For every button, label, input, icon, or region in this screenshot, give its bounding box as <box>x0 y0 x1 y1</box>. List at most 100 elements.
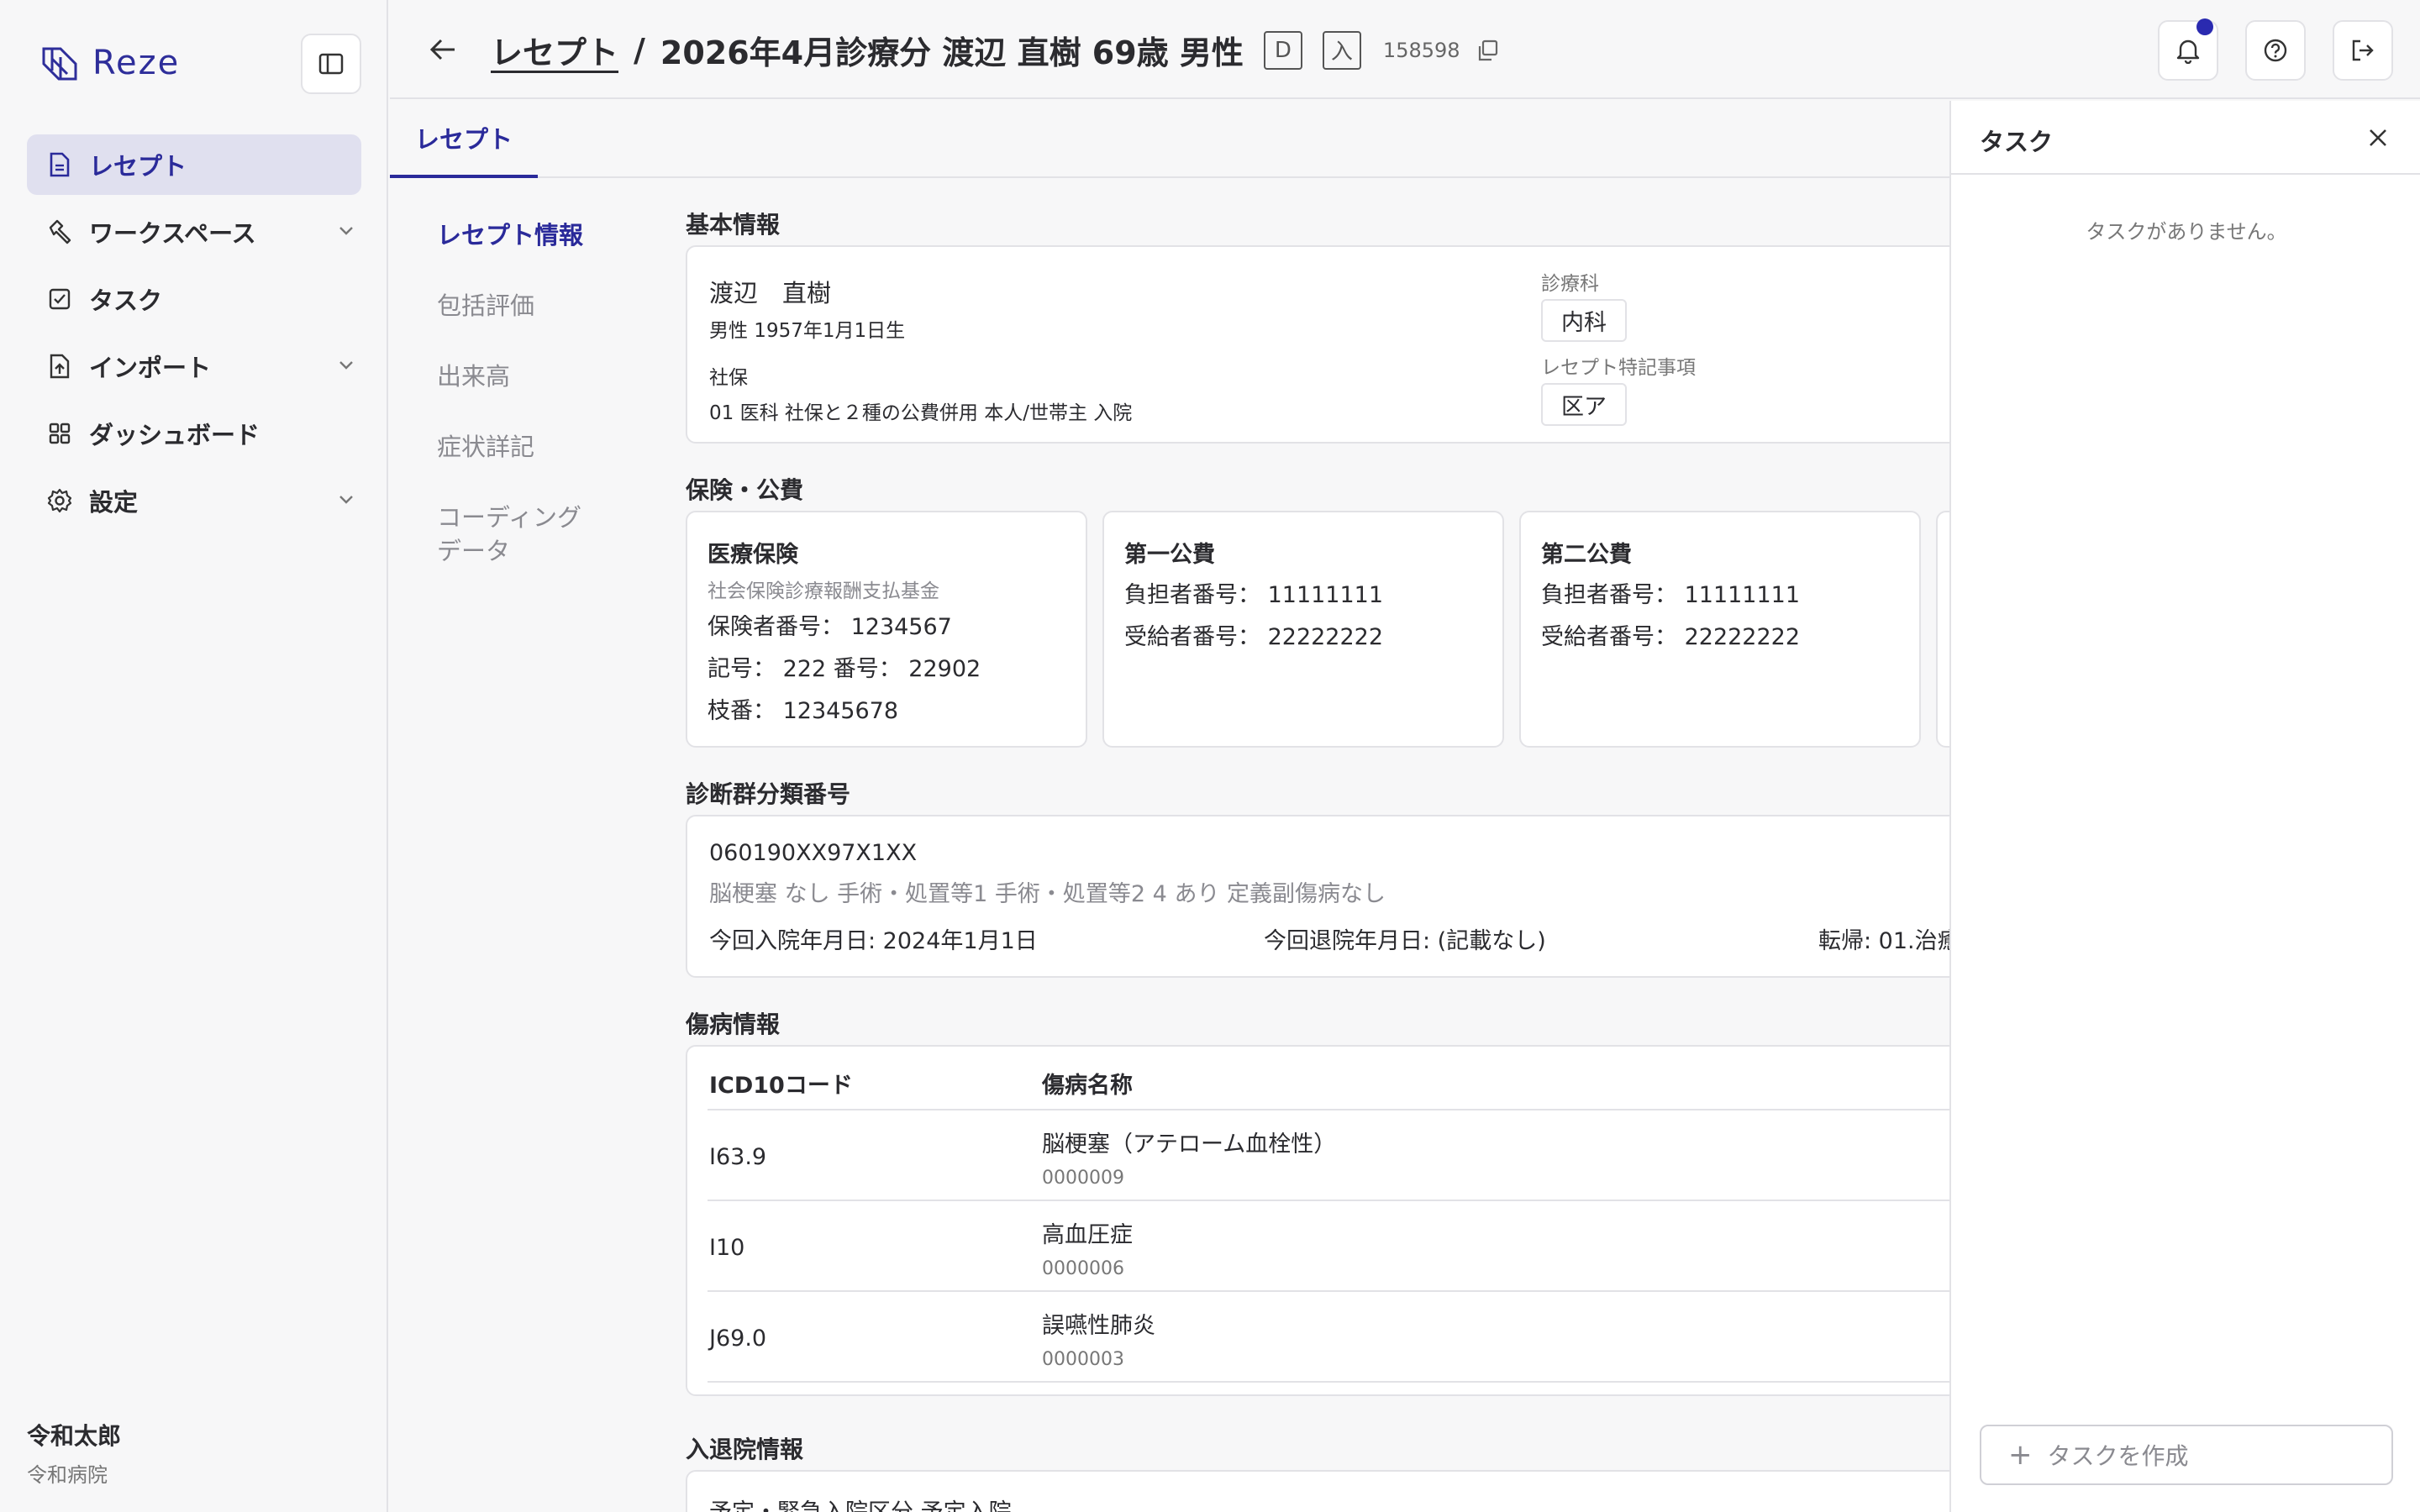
icd10-code: I63.9 <box>709 1144 767 1170</box>
column-header-disease-name: 傷病名称 <box>1042 1073 1133 1099</box>
section-nav-comprehensive[interactable]: 包括評価 <box>437 289 605 323</box>
admission-card: 予定・緊急入院区分 予定入院 <box>686 1470 1949 1512</box>
section-title-insurance: 保険・公費 <box>686 476 804 504</box>
plus-icon: + <box>2008 1438 2033 1472</box>
document-icon <box>47 152 72 177</box>
hammer-icon <box>47 219 72 244</box>
sidebar-item-dashboard[interactable]: ダッシュボード <box>27 403 361 464</box>
public-expense-3-card <box>1936 511 1949 748</box>
medical-insurance-card: 医療保険 社会保険診療報酬支払基金 保険者番号： 1234567 記号： 222… <box>686 511 1087 748</box>
table-divider <box>708 1381 1949 1383</box>
logout-button[interactable] <box>2333 20 2393 81</box>
icd10-code: I10 <box>709 1235 745 1261</box>
checkbox-icon <box>47 286 72 312</box>
task-panel-title: タスク <box>1980 128 2054 156</box>
public-expense-1-title: 第一公費 <box>1124 542 1215 568</box>
logo-icon <box>42 47 77 81</box>
dpc-tag-badge: D <box>1263 30 1302 70</box>
arrow-left-icon <box>429 39 455 60</box>
department-label: 診療科 <box>1541 273 1599 295</box>
section-title-basic: 基本情報 <box>686 211 781 239</box>
discharge-date: 今回退院年月日: (記載なし) <box>1264 928 1546 954</box>
public-2-recipient-number: 受給者番号： 22222222 <box>1541 624 1801 650</box>
gear-icon <box>47 488 72 513</box>
chevron-down-icon[interactable] <box>336 220 356 240</box>
symbol-number: 記号： 222 番号： 22902 <box>708 656 981 682</box>
disease-name: 高血圧症 <box>1042 1222 1133 1248</box>
sidebar-nav: レセプト ワークスペース タスク インポート ダッシュボード 設定 <box>27 134 361 538</box>
breadcrumb-receipt-link[interactable]: レセプト <box>491 27 618 73</box>
receipt-id: 158598 <box>1382 38 1460 62</box>
page-header: レセプト / 2026年4月診療分 渡辺 直樹 69歳 男性 D 入 15859… <box>390 0 2420 99</box>
back-button[interactable] <box>424 30 462 69</box>
patient-name: 渡辺 直樹 <box>709 279 832 307</box>
sidebar: Reze レセプト ワークスペース タスク インポート ダッシュボード 設定 令… <box>0 0 388 1512</box>
sidebar-item-tasks[interactable]: タスク <box>27 269 361 329</box>
dpc-card: 060190XX97X1XX 脳梗塞 なし 手術・処置等1 手術・処置等2 4 … <box>686 815 1949 978</box>
grid-icon <box>47 421 72 446</box>
special-notes-chip: 区ア <box>1541 383 1627 426</box>
chevron-down-icon[interactable] <box>336 489 356 509</box>
user-info[interactable]: 令和太郎 令和病院 <box>27 1418 121 1488</box>
breadcrumb-separator: / <box>634 31 645 69</box>
section-nav-symptom-details[interactable]: 症状詳記 <box>437 430 605 464</box>
dpc-description: 脳梗塞 なし 手術・処置等1 手術・処置等2 4 あり 定義副傷病なし <box>709 881 1386 907</box>
sidebar-item-label: レセプト <box>89 152 187 181</box>
sidebar-item-label: インポート <box>89 354 212 382</box>
page-title: 2026年4月診療分 渡辺 直樹 69歳 男性 <box>660 34 1244 71</box>
task-empty-message: タスクがありません。 <box>2086 220 2287 244</box>
task-panel: タスク タスクがありません。 + タスクを作成 <box>1949 101 2420 1512</box>
help-icon <box>2264 39 2287 62</box>
section-title-disease: 傷病情報 <box>686 1011 781 1038</box>
task-panel-close-button[interactable] <box>2361 121 2395 155</box>
section-nav-coding-data[interactable]: コーディング データ <box>437 501 605 568</box>
department-chip: 内科 <box>1541 299 1627 342</box>
sidebar-item-label: タスク <box>89 286 163 315</box>
task-panel-header: タスク <box>1951 101 2420 175</box>
chevron-down-icon[interactable] <box>336 354 356 375</box>
help-button[interactable] <box>2245 20 2306 81</box>
user-org: 令和病院 <box>27 1463 108 1487</box>
app-logo[interactable]: Reze <box>39 42 180 84</box>
tab-receipt[interactable]: レセプト <box>390 101 538 178</box>
sidebar-item-workspace[interactable]: ワークスペース <box>27 202 361 262</box>
section-nav: レセプト情報 包括評価 出来高 症状詳記 コーディング データ <box>437 218 605 605</box>
disease-table: ICD10コード 傷病名称 I63.9 脳梗塞（アテローム血栓性） 000000… <box>686 1045 1949 1396</box>
notifications-button[interactable] <box>2158 18 2218 81</box>
insurer-number: 保険者番号： 1234567 <box>708 614 952 640</box>
insurance-type-value: 01 医科 社保と２種の公費併用 本人/世帯主 入院 <box>709 402 1133 424</box>
column-header-icd10: ICD10コード <box>709 1073 853 1099</box>
icd10-code: J69.0 <box>709 1326 767 1352</box>
outcome: 転帰: 01.治癒 <box>1818 928 1949 954</box>
special-notes-label: レセプト特記事項 <box>1541 357 1696 379</box>
section-nav-receipt-info[interactable]: レセプト情報 <box>437 218 605 252</box>
app-name: Reze <box>92 44 181 82</box>
file-import-icon <box>47 354 72 379</box>
public-2-payer-number: 負担者番号： 11111111 <box>1541 582 1801 608</box>
notification-dot <box>2196 18 2213 35</box>
sidebar-collapse-button[interactable] <box>301 34 361 94</box>
copy-icon[interactable] <box>1476 39 1499 62</box>
table-divider <box>708 1109 1949 1110</box>
insurance-type-label: 社保 <box>709 367 748 389</box>
create-task-button[interactable]: + タスクを作成 <box>1980 1425 2393 1485</box>
sidebar-item-import[interactable]: インポート <box>27 336 361 396</box>
bell-icon <box>2176 39 2200 64</box>
user-name: 令和太郎 <box>27 1422 122 1450</box>
tab-bar: レセプト <box>390 101 1949 178</box>
section-nav-fee-for-service[interactable]: 出来高 <box>437 360 605 393</box>
medical-insurance-title: 医療保険 <box>708 542 798 568</box>
sidebar-item-receipt[interactable]: レセプト <box>27 134 361 195</box>
table-divider <box>708 1290 1949 1292</box>
inpatient-tag-badge: 入 <box>1322 30 1361 70</box>
disease-code: 0000006 <box>1042 1258 1124 1279</box>
sidebar-toggle-icon <box>318 53 344 75</box>
patient-sex-birth: 男性 1957年1月1日生 <box>709 320 906 342</box>
disease-code: 0000003 <box>1042 1349 1124 1370</box>
disease-name: 脳梗塞（アテローム血栓性） <box>1042 1131 1337 1158</box>
dpc-code: 060190XX97X1XX <box>709 840 918 866</box>
table-divider <box>708 1200 1949 1201</box>
section-title-dpc: 診断群分類番号 <box>686 780 851 808</box>
sidebar-item-settings[interactable]: 設定 <box>27 470 361 531</box>
sidebar-item-label: 設定 <box>89 488 139 517</box>
